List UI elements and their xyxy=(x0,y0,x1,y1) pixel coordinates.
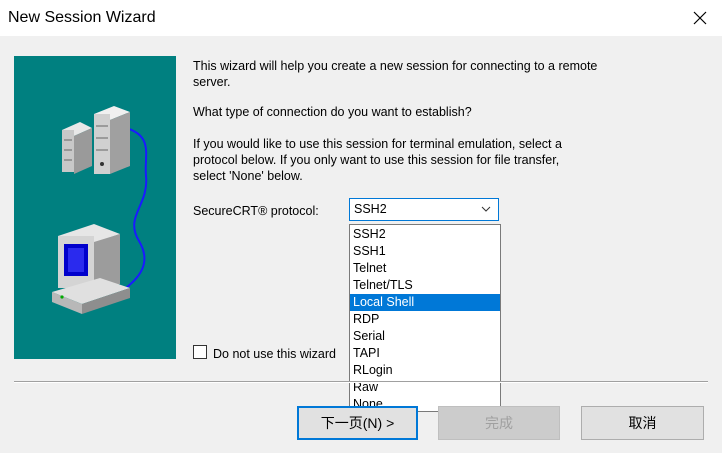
cancel-button[interactable]: 取消 xyxy=(581,406,704,440)
skip-wizard-label[interactable]: Do not use this wizard xyxy=(213,346,336,362)
chevron-down-icon xyxy=(481,206,491,212)
next-button[interactable]: 下一页(N) > xyxy=(297,406,418,440)
hint-line-3: select 'None' below. xyxy=(193,169,303,183)
protocol-option-rdp[interactable]: RDP xyxy=(350,311,500,328)
intro-line-1: This wizard will help you create a new s… xyxy=(193,59,598,73)
window-title: New Session Wizard xyxy=(8,9,156,26)
network-computer-icon xyxy=(52,106,148,314)
hint-line-1: If you would like to use this session fo… xyxy=(193,137,562,151)
protocol-option-serial[interactable]: Serial xyxy=(350,328,500,345)
protocol-option-telnet[interactable]: Telnet xyxy=(350,260,500,277)
connection-question: What type of connection do you want to e… xyxy=(193,105,472,119)
protocol-option-ssh2[interactable]: SSH2 xyxy=(350,226,500,243)
protocol-selected-value: SSH2 xyxy=(354,202,387,216)
protocol-option-rlogin[interactable]: RLogin xyxy=(350,362,500,379)
protocol-option-telnet-tls[interactable]: Telnet/TLS xyxy=(350,277,500,294)
intro-line-2: server. xyxy=(193,75,231,89)
close-icon xyxy=(693,11,707,25)
skip-wizard-checkbox[interactable] xyxy=(193,345,207,359)
hint-line-2: protocol below. If you only want to use … xyxy=(193,153,560,167)
protocol-option-local-shell[interactable]: Local Shell xyxy=(350,294,500,311)
finish-button[interactable]: 完成 xyxy=(438,406,560,440)
protocol-label: SecureCRT® protocol: xyxy=(193,204,319,218)
protocol-option-tapi[interactable]: TAPI xyxy=(350,345,500,362)
protocol-option-ssh1[interactable]: SSH1 xyxy=(350,243,500,260)
protocol-dropdown-list: SSH2 SSH1 Telnet Telnet/TLS Local Shell … xyxy=(349,224,501,412)
protocol-select[interactable]: SSH2 xyxy=(349,198,499,221)
separator xyxy=(14,381,708,383)
close-button[interactable] xyxy=(678,0,722,36)
wizard-illustration xyxy=(14,56,176,359)
